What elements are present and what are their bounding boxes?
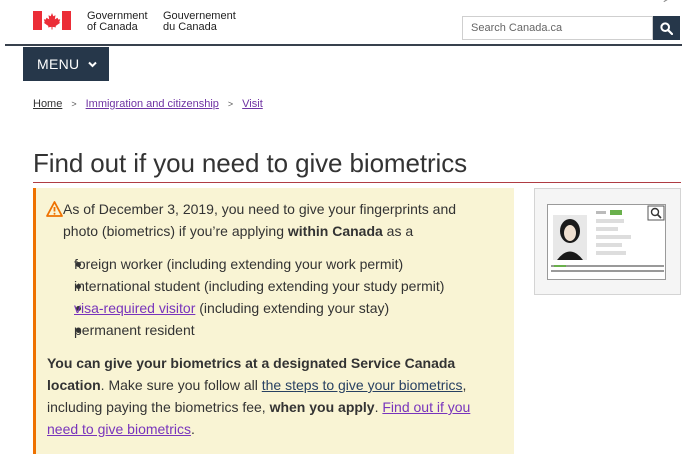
page-title: Find out if you need to give biometrics	[33, 148, 467, 178]
alert-intro-line-2: photo (biometrics) if you’re applying wi…	[63, 223, 413, 239]
id-card-illustration	[551, 205, 665, 272]
list-item: permanent resident	[74, 322, 195, 338]
government-signature-fr: Gouvernement du Canada	[163, 11, 236, 33]
biometrics-card-panel	[534, 188, 681, 295]
menu-label: MENU	[37, 56, 80, 72]
alert-para-line-1: You can give your biometrics at a design…	[47, 355, 456, 371]
steps-to-give-biometrics-link[interactable]: the steps to give your biometrics	[262, 377, 463, 393]
find-out-biometrics-link-cont[interactable]: need to give biometrics	[47, 421, 191, 437]
breadcrumb-separator: >	[71, 99, 77, 109]
government-signature-en: Government of Canada	[87, 11, 148, 33]
alert-para-bold: location	[47, 377, 101, 393]
visa-required-visitor-link[interactable]: visa-required visitor	[74, 300, 195, 316]
list-item: international student (including extendi…	[74, 278, 445, 294]
breadcrumb-immigration[interactable]: Immigration and citizenship	[86, 98, 219, 110]
alert-para-period: .	[190, 421, 195, 437]
search-input[interactable]: Search Canada.ca	[462, 16, 653, 40]
search-icon	[660, 21, 673, 35]
alert-para-bold: when you apply	[269, 399, 375, 415]
list-item: foreign worker (including extending your…	[74, 256, 404, 272]
header-divider	[5, 44, 682, 46]
alert-para-line-3: including paying the biometrics fee, whe…	[47, 399, 470, 415]
corner-mark	[663, 0, 669, 4]
warning-alert: As of December 3, 2019, you need to give…	[33, 188, 514, 454]
id-card-icon	[547, 204, 666, 280]
list-item: visa-required visitor (including extendi…	[74, 300, 389, 316]
chevron-down-icon	[88, 61, 98, 67]
alert-intro-bold: within Canada	[287, 223, 383, 239]
alert-para-line-4: need to give biometrics.	[47, 421, 195, 437]
alert-para-text: . Make sure you follow all	[100, 377, 262, 393]
alert-intro-text: photo (biometrics) if you’re applying	[63, 223, 288, 239]
find-out-biometrics-link[interactable]: Find out if you	[382, 399, 470, 415]
breadcrumb: Home > Immigration and citizenship > Vis…	[33, 98, 263, 110]
alert-para-comma: ,	[462, 377, 467, 393]
search-button[interactable]	[653, 16, 680, 40]
canada-flag-icon[interactable]	[33, 11, 71, 30]
gov-en-line2: of Canada	[87, 21, 138, 33]
alert-intro-tail: as a	[382, 223, 414, 239]
alert-para-line-2: location. Make sure you follow all the s…	[47, 377, 466, 393]
warning-icon	[46, 201, 63, 217]
breadcrumb-visit[interactable]: Visit	[242, 98, 263, 110]
breadcrumb-home[interactable]: Home	[33, 98, 62, 110]
alert-para-text: including paying the biometrics fee,	[47, 399, 270, 415]
list-item-text: (including extending your stay)	[195, 300, 390, 316]
title-divider	[33, 182, 681, 183]
breadcrumb-separator: >	[227, 99, 234, 109]
gov-fr-line2: du Canada	[163, 21, 217, 33]
alert-intro-line-1: As of December 3, 2019, you need to give…	[63, 201, 457, 217]
menu-button[interactable]: MENU	[23, 47, 109, 81]
